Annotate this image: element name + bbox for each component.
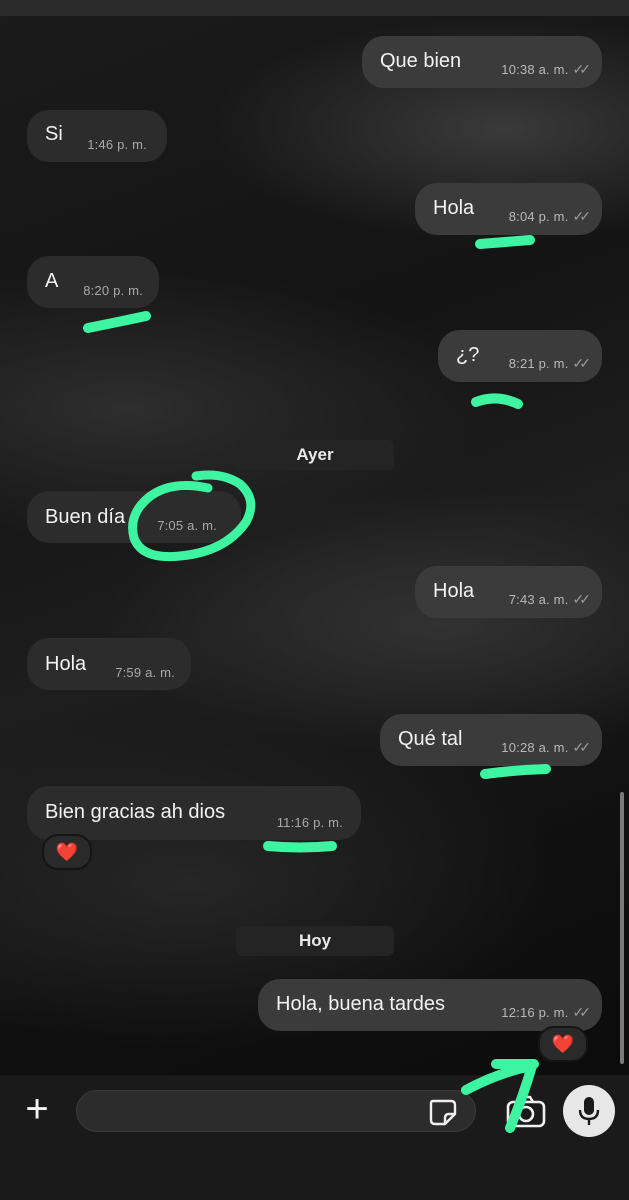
message-text: Hola (433, 580, 475, 602)
plus-icon[interactable]: + (18, 1089, 56, 1129)
message-meta: 8:21 p. m. ✓✓ (508, 355, 592, 372)
camera-icon[interactable] (505, 1095, 547, 1129)
microphone-button[interactable] (563, 1085, 615, 1137)
message-meta: 7:43 a. m. ✓✓ (508, 591, 592, 608)
sticker-icon[interactable] (428, 1098, 458, 1126)
top-bar-edge (0, 0, 629, 16)
message-outgoing[interactable]: Qué tal 10:28 a. m. ✓✓ (380, 714, 602, 766)
message-outgoing[interactable]: Hola, buena tardes 12:16 p. m. ✓✓ (258, 979, 602, 1031)
message-outgoing[interactable]: Que bien 10:38 a. m. ✓✓ (362, 36, 602, 88)
message-time: 7:59 a. m. (115, 665, 175, 680)
message-time: 10:38 a. m. (501, 62, 569, 77)
scrollbar[interactable] (620, 792, 624, 1064)
heart-reaction[interactable]: ❤️ (42, 834, 92, 870)
message-meta: 10:38 a. m. ✓✓ (501, 61, 592, 78)
message-meta: 8:04 p. m. ✓✓ (508, 208, 592, 225)
message-incoming[interactable]: Bien gracias ah dios 11:16 p. m. (27, 786, 361, 840)
message-text: Hola, buena tardes (276, 993, 446, 1015)
message-time: 8:20 p. m. (83, 283, 143, 298)
message-time: 7:05 a. m. (157, 518, 217, 533)
message-text: Hola (45, 653, 87, 675)
read-receipt-icon: ✓✓ (572, 208, 592, 224)
date-separator-hoy: Hoy (236, 926, 394, 956)
message-text: Hola (433, 197, 475, 219)
message-text: Bien gracias ah dios (45, 801, 226, 823)
message-time: 1:46 p. m. (87, 137, 147, 152)
message-text: Si (45, 123, 63, 145)
message-time: 11:16 p. m. (276, 815, 343, 830)
message-incoming[interactable]: Si 1:46 p. m. (27, 110, 167, 162)
message-text: Qué tal (398, 728, 463, 750)
date-separator-ayer: Ayer (236, 440, 394, 470)
message-outgoing[interactable]: Hola 7:43 a. m. ✓✓ (415, 566, 602, 618)
message-text: Buen día (45, 506, 126, 528)
heart-reaction[interactable]: ❤️ (538, 1026, 588, 1062)
read-receipt-icon: ✓✓ (572, 591, 592, 607)
message-time: 10:28 a. m. (501, 740, 569, 755)
read-receipt-icon: ✓✓ (572, 739, 592, 755)
message-outgoing[interactable]: ¿? 8:21 p. m. ✓✓ (438, 330, 602, 382)
read-receipt-icon: ✓✓ (572, 61, 592, 77)
message-text: Que bien (380, 50, 462, 72)
message-time: 7:43 a. m. (508, 592, 569, 607)
message-text: A (45, 270, 59, 292)
message-incoming[interactable]: A 8:20 p. m. (27, 256, 159, 308)
message-incoming[interactable]: Buen día 7:05 a. m. (27, 491, 241, 543)
read-receipt-icon: ✓✓ (572, 1004, 592, 1020)
message-incoming[interactable]: Hola 7:59 a. m. (27, 638, 191, 690)
message-time: 12:16 p. m. (501, 1005, 569, 1020)
message-outgoing[interactable]: Hola 8:04 p. m. ✓✓ (415, 183, 602, 235)
message-text: ¿? (456, 344, 480, 366)
message-input[interactable] (76, 1090, 476, 1132)
message-meta: 10:28 a. m. ✓✓ (501, 739, 592, 756)
message-time: 8:21 p. m. (508, 356, 569, 371)
read-receipt-icon: ✓✓ (572, 355, 592, 371)
message-time: 8:04 p. m. (508, 209, 569, 224)
message-meta: 12:16 p. m. ✓✓ (501, 1004, 592, 1021)
microphone-icon (578, 1097, 600, 1125)
